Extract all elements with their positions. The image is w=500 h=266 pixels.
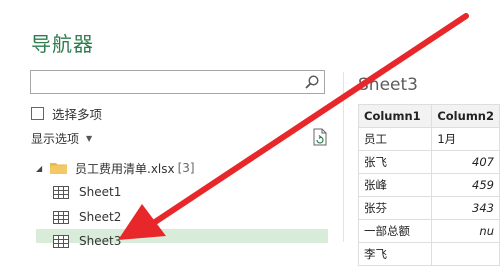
table-row: 李飞 bbox=[357, 242, 500, 266]
annotation-arrow bbox=[118, 13, 469, 240]
table-cell: 李飞 bbox=[357, 242, 433, 266]
table-cell bbox=[431, 242, 500, 266]
